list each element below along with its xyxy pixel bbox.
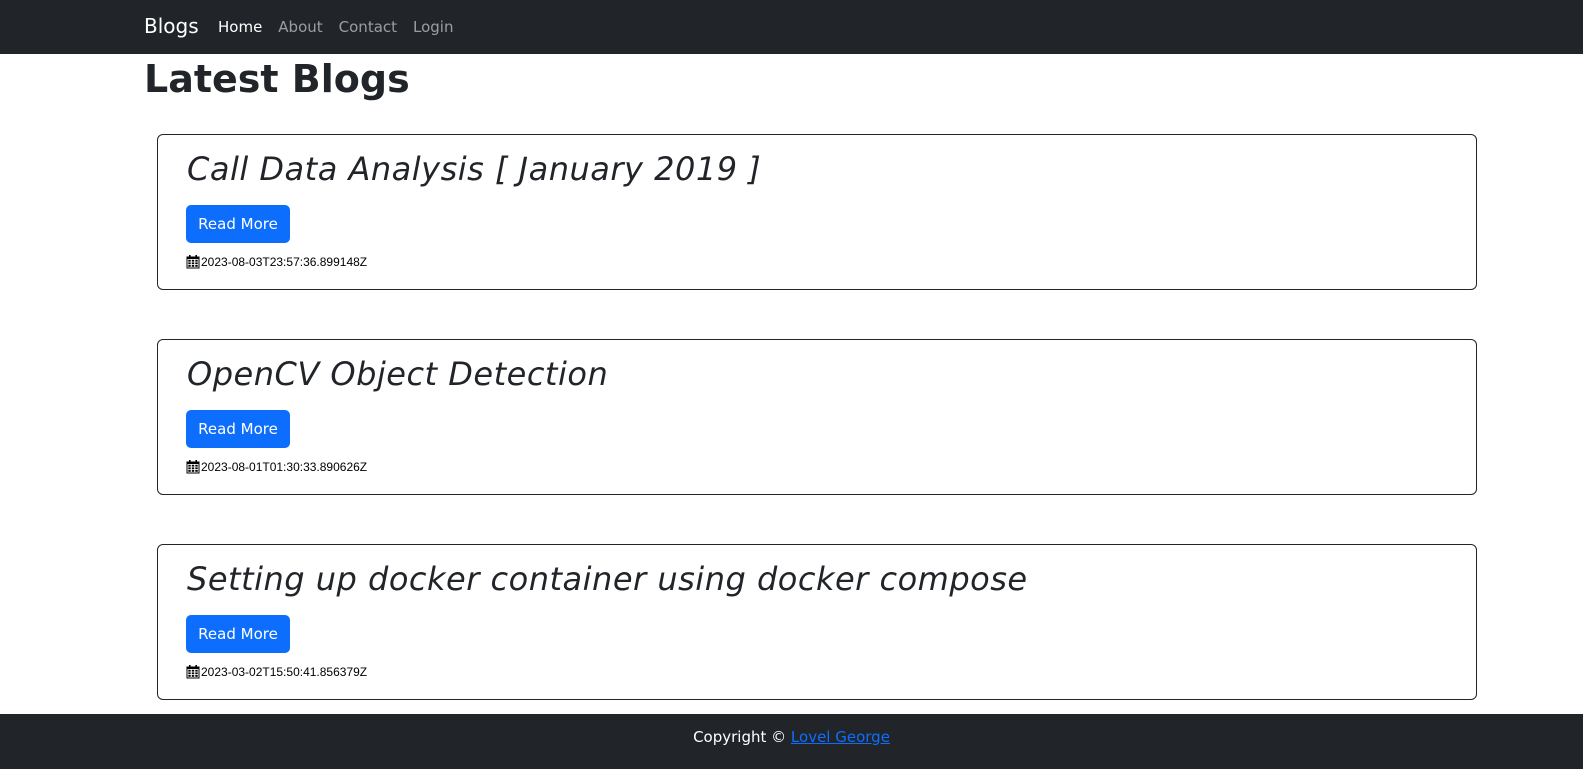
- read-more-button[interactable]: Read More: [186, 205, 290, 243]
- blog-card: OpenCV Object Detection Read More 2023-0…: [157, 339, 1477, 495]
- blog-card: Call Data Analysis [ January 2019 ] Read…: [157, 134, 1477, 290]
- read-more-button[interactable]: Read More: [186, 615, 290, 653]
- blog-title: Setting up docker container using docker…: [187, 560, 1028, 598]
- page-title: Latest Blogs: [144, 57, 410, 101]
- nav-link-login[interactable]: Login: [413, 16, 453, 38]
- calendar-icon: [186, 255, 200, 269]
- nav-link-contact[interactable]: Contact: [339, 16, 397, 38]
- blog-title: OpenCV Object Detection: [187, 355, 609, 393]
- blog-title: Call Data Analysis [ January 2019 ]: [187, 150, 762, 188]
- blog-date-text: 2023-08-03T23:57:36.899148Z: [201, 255, 368, 269]
- navbar-brand[interactable]: Blogs: [144, 13, 199, 39]
- calendar-icon: [186, 460, 200, 474]
- read-more-button[interactable]: Read More: [186, 410, 290, 448]
- blog-date-text: 2023-08-01T01:30:33.890626Z: [201, 460, 368, 474]
- nav-links: Home About Contact Login: [218, 16, 453, 38]
- nav-link-about[interactable]: About: [278, 16, 322, 38]
- copyright-prefix: Copyright ©: [693, 728, 791, 746]
- nav-link-home[interactable]: Home: [218, 16, 262, 38]
- author-link[interactable]: Lovel George: [791, 728, 890, 746]
- footer: Copyright © Lovel George: [0, 714, 1583, 769]
- top-navbar: Blogs Home About Contact Login: [0, 0, 1583, 54]
- blog-date: 2023-08-01T01:30:33.890626Z: [186, 460, 367, 474]
- blog-date-text: 2023-03-02T15:50:41.856379Z: [201, 665, 368, 679]
- blog-card: Setting up docker container using docker…: [157, 544, 1477, 700]
- blog-date: 2023-08-03T23:57:36.899148Z: [186, 255, 367, 269]
- blog-date: 2023-03-02T15:50:41.856379Z: [186, 665, 367, 679]
- calendar-icon: [186, 665, 200, 679]
- copyright-text: Copyright © Lovel George: [693, 726, 890, 748]
